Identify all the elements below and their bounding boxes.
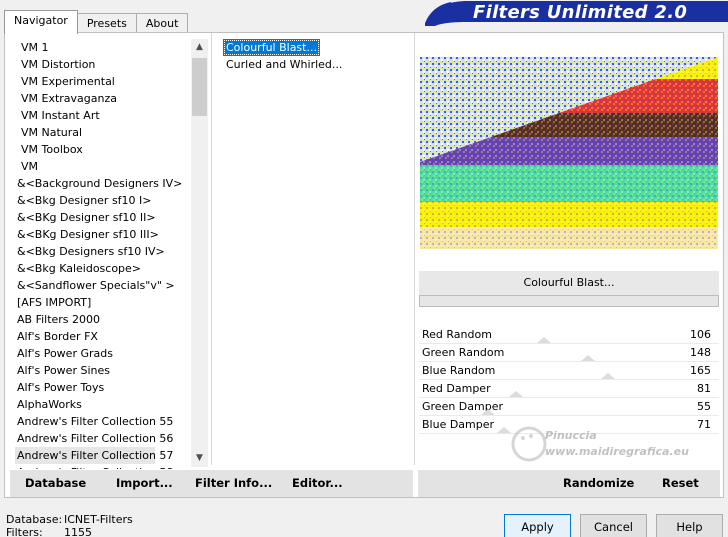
category-item[interactable]: &<Background Designers IV> [15, 175, 189, 192]
import-button[interactable]: Import... [116, 470, 173, 497]
watermark-text: Pinuccia [545, 429, 597, 442]
category-item[interactable]: Andrew's Filter Collection 55 [15, 413, 189, 430]
category-item[interactable]: &<Bkg Kaleidoscope> [15, 260, 189, 277]
category-item[interactable]: &<Sandflower Specials"v" > [15, 277, 189, 294]
apply-button[interactable]: Apply [504, 514, 571, 537]
category-scrollbar[interactable]: ▲ ▼ [191, 39, 208, 467]
slider-thumb[interactable] [601, 373, 615, 379]
control-label: Red Random [422, 328, 492, 341]
randomize-button[interactable]: Randomize [563, 470, 634, 497]
watermark-url: www.maidiregrafica.eu [545, 445, 689, 458]
category-list[interactable]: VM 1 VM Distortion VM Experimental VM Extra… [15, 39, 189, 469]
editor-button[interactable]: Editor... [292, 470, 343, 497]
scroll-thumb[interactable] [192, 58, 207, 116]
category-item[interactable]: Alf's Power Sines [15, 362, 189, 379]
control-row[interactable]: Red Random 106 [419, 326, 719, 344]
filter-item[interactable]: Curled and Whirled... [223, 56, 345, 73]
control-label: Blue Random [422, 364, 496, 377]
control-value: 165 [690, 364, 711, 377]
control-value: 55 [697, 400, 711, 413]
category-item[interactable]: Alf's Power Toys [15, 379, 189, 396]
filter-toolbar: Randomize Reset [418, 470, 720, 497]
control-row[interactable]: Red Damper 81 [419, 380, 719, 398]
title-banner: Filters Unlimited 2.0 [425, 0, 728, 26]
cancel-button[interactable]: Cancel [580, 514, 647, 537]
database-value: ICNET-Filters [64, 513, 133, 526]
tab-bar: Navigator Presets About [4, 10, 189, 34]
preview-canvas [420, 57, 718, 249]
slider-thumb[interactable] [481, 409, 495, 415]
category-item[interactable]: VM [15, 158, 189, 175]
category-item[interactable]: AlphaWorks [15, 396, 189, 413]
help-button[interactable]: Help [656, 514, 723, 537]
scroll-down-icon[interactable]: ▼ [191, 450, 208, 467]
category-item[interactable]: VM Natural [15, 124, 189, 141]
navigator-panel: VM 1 VM Distortion VM Experimental VM Extra… [4, 32, 724, 498]
database-key: Database: [6, 513, 63, 526]
tab-about[interactable]: About [135, 13, 189, 34]
control-value: 148 [690, 346, 711, 359]
tab-navigator[interactable]: Navigator [4, 10, 78, 34]
category-item[interactable]: VM 1 [15, 39, 189, 56]
preview-image [420, 57, 718, 249]
control-label: Green Random [422, 346, 505, 359]
divider [414, 33, 415, 465]
category-item[interactable]: Andrew's Filter Collection 56 [15, 430, 189, 447]
control-row[interactable]: Blue Random 165 [419, 362, 719, 380]
slider-thumb[interactable] [581, 355, 595, 361]
filter-list[interactable]: Colourful Blast... Curled and Whirled... [223, 39, 413, 73]
control-label: Blue Damper [422, 418, 495, 431]
category-item[interactable]: AB Filters 2000 [15, 311, 189, 328]
category-item[interactable]: VM Toolbox [15, 141, 189, 158]
filters-count: 1155 [64, 526, 92, 537]
scroll-up-icon[interactable]: ▲ [191, 39, 208, 56]
category-item[interactable]: Alf's Power Grads [15, 345, 189, 362]
category-item[interactable]: &<BKg Designer sf10 II> [15, 209, 189, 226]
category-item[interactable]: &<BKg Designer sf10 III> [15, 226, 189, 243]
control-value: 81 [697, 382, 711, 395]
database-button[interactable]: Database [25, 470, 86, 497]
watermark-icon [511, 426, 547, 462]
category-item[interactable]: Andrew's Filter Collection 58 [15, 464, 189, 469]
category-item[interactable]: VM Instant Art [15, 107, 189, 124]
divider [211, 33, 212, 465]
slider-thumb[interactable] [537, 337, 551, 343]
category-item[interactable]: VM Experimental [15, 73, 189, 90]
category-item[interactable]: &<Bkg Designers sf10 IV> [15, 243, 189, 260]
control-row[interactable]: Green Damper 55 [419, 398, 719, 416]
status-info: Database: ICNET-Filters Filters: 1155 [6, 513, 133, 537]
category-item[interactable]: VM Extravaganza [15, 90, 189, 107]
preview-filter-name: Colourful Blast... [419, 271, 719, 295]
watermark: Pinuccia www.maidiregrafica.eu [511, 416, 725, 478]
filter-item[interactable]: Colourful Blast... [223, 39, 320, 56]
category-item[interactable]: VM Distortion [15, 56, 189, 73]
tab-presets[interactable]: Presets [76, 13, 137, 34]
control-row[interactable]: Green Random 148 [419, 344, 719, 362]
banner-title: Filters Unlimited 2.0 [473, 2, 688, 23]
navigator-toolbar: Database Import... Filter Info... Editor… [10, 470, 413, 497]
control-value: 106 [690, 328, 711, 341]
slider-thumb[interactable] [509, 391, 523, 397]
control-label: Red Damper [422, 382, 491, 395]
reset-button[interactable]: Reset [662, 470, 699, 497]
category-item[interactable]: [AFS IMPORT] [15, 294, 189, 311]
category-item[interactable]: &<Bkg Designer sf10 I> [15, 192, 189, 209]
progress-bar [419, 295, 719, 307]
category-item[interactable]: Andrew's Filter Collection 57 [15, 447, 173, 464]
filters-key: Filters: [6, 526, 43, 537]
filter-info-button[interactable]: Filter Info... [195, 470, 272, 497]
category-item[interactable]: Alf's Border FX [15, 328, 189, 345]
